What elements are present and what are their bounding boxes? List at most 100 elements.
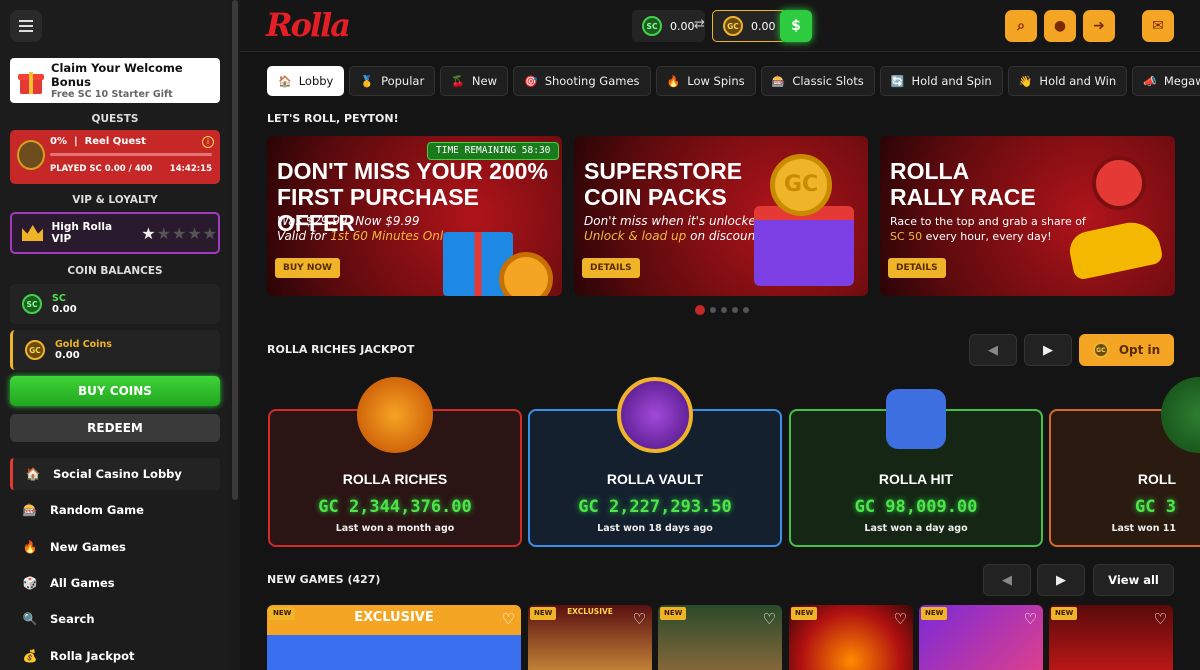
scrollbar-thumb[interactable] [232,0,238,500]
promo-banner-rally[interactable]: ROLLA RALLY RACE Race to the top and grab… [880,136,1175,296]
tab-lobby[interactable]: 🏠 Lobby [267,66,345,96]
buy-coins-button[interactable]: BUY COINS [10,376,220,406]
jackpot-card-vault[interactable]: ROLLA VAULT GC 2,227,293.50 Last won 18 … [528,377,782,547]
heart-icon[interactable]: ♡ [763,610,776,628]
jackpot-last-won: Last won a month ago [335,523,455,534]
details-button[interactable]: DETAILS [888,258,946,278]
swap-currency-icon[interactable]: ⇄ [694,17,705,32]
nav-label: Social Casino Lobby [53,467,182,481]
hand-icon: 👋 [1018,74,1033,88]
cash-icon[interactable]: $ [780,10,812,42]
new-games-prev-button[interactable]: ◀ [983,564,1031,596]
gc-balance-card: GC Gold Coins 0.00 [10,330,220,370]
user-icon: ● [1053,18,1067,34]
promo-banner-offer[interactable]: TIME REMAINING 58:30 DON'T MISS YOUR 200… [267,136,562,296]
promo-line: Valid for 1st 60 Minutes Only [277,229,451,243]
carousel-dot[interactable] [710,307,716,313]
vip-card[interactable]: High Rolla VIP ★★★★★ [10,212,220,254]
welcome-bonus-card[interactable]: Claim Your Welcome Bonus Free SC 10 Star… [10,58,220,103]
chat-button[interactable]: ✉ [1142,10,1174,42]
carousel-dot[interactable] [732,307,738,313]
new-badge: NEW [530,607,557,620]
heart-icon[interactable]: ♡ [502,610,515,628]
refresh-icon: 🔄 [890,74,905,88]
carousel-dot[interactable] [743,307,749,313]
gold-coin-icon: GC [770,154,832,216]
game-tile[interactable]: NEW ♡ [1049,605,1173,670]
jackpot-prev-button[interactable]: ◀ [969,334,1017,366]
info-icon[interactable]: i [202,136,214,148]
star-filled-icon: ★ [141,223,157,243]
jackpot-amount: GC 2,344,376.00 [318,497,472,517]
details-button[interactable]: DETAILS [582,258,640,278]
new-games-next-button[interactable]: ▶ [1037,564,1085,596]
new-badge: NEW [1051,607,1078,620]
search-icon: 🔍 [22,612,38,626]
tab-shooting-games[interactable]: 🎯 Shooting Games [512,66,651,96]
tab-label: Popular [381,74,425,88]
tab-megaways[interactable]: 📣 Megaways [1132,66,1200,96]
view-all-button[interactable]: View all [1093,564,1174,596]
heart-icon[interactable]: ♡ [1024,610,1037,628]
heart-icon[interactable]: ♡ [1154,610,1167,628]
logout-icon: ➜ [1093,18,1105,34]
jackpot-card-partial[interactable]: ROLL GC 3 Last won 11 [1049,377,1200,547]
tab-classic-slots[interactable]: 🎰 Classic Slots [760,66,875,96]
heart-icon[interactable]: ♡ [633,610,646,628]
quest-name: Reel Quest [84,136,146,147]
jackpot-card-riches[interactable]: ROLLA RICHES GC 2,344,376.00 Last won a … [268,377,522,547]
carousel-dot[interactable] [695,305,705,315]
promo-line: Don't miss when it's unlocked. [584,214,768,228]
redeem-button[interactable]: REDEEM [10,414,220,442]
nav-new-games[interactable]: 🔥 New Games [10,531,220,563]
promo-banner-superstore[interactable]: SUPERSTORE COIN PACKS Don't miss when it'… [574,136,868,296]
heart-icon[interactable]: ♡ [894,610,907,628]
quest-card[interactable]: 0% | Reel Quest PLAYED SC 0.00 / 400 14:… [10,130,220,184]
tab-popular[interactable]: 🥇 Popular [349,66,436,96]
medal-icon: 🥇 [360,74,375,88]
carousel-dots [695,305,749,315]
nav-search[interactable]: 🔍 Search [10,603,220,635]
alarm-clock-icon [499,252,553,296]
carousel-dot[interactable] [721,307,727,313]
game-tile[interactable]: NEW EXCLUSIVE ♡ [267,605,521,670]
chevron-left-icon: ◀ [988,342,998,358]
jackpot-name: ROLLA VAULT [606,471,704,487]
main-content: 🏠 Lobby 🥇 Popular 🍒 New 🎯 Shooting Games 🔥 Lo… [240,52,1200,670]
cherry-icon: 🍒 [451,74,465,88]
sidebar-scrollbar[interactable] [230,0,240,670]
game-tile[interactable]: NEW ♡ [789,605,913,670]
rolla-logo[interactable]: Rolla [266,6,351,44]
tab-new[interactable]: 🍒 New [440,66,508,96]
quest-title: 0% | Reel Quest [50,136,146,147]
jackpot-card-hit[interactable]: ROLLA HIT GC 98,009.00 Last won a day ag… [789,389,1043,547]
gc-value: 0.00 [55,350,80,361]
treasure-pot-icon [357,377,433,453]
welcome-title: Claim Your Welcome Bonus [51,61,183,89]
tab-hold-and-spin[interactable]: 🔄 Hold and Spin [879,66,1003,96]
quest-progress-bar [50,153,212,156]
nav-social-casino-lobby[interactable]: 🏠 Social Casino Lobby [10,458,220,490]
jackpot-next-button[interactable]: ▶ [1024,334,1072,366]
new-badge: NEW [791,607,818,620]
balances-heading: COIN BALANCES [67,265,163,277]
opt-in-button[interactable]: GC Opt in [1079,334,1174,366]
tab-hold-and-win[interactable]: 👋 Hold and Win [1007,66,1128,96]
jackpot-last-won: Last won a day ago [864,523,968,534]
game-tile[interactable]: EXCLUSIVE NEW ♡ [528,605,652,670]
game-tile[interactable]: NEW ♡ [919,605,1043,670]
tab-low-spins[interactable]: 🔥 Low Spins [655,66,756,96]
logout-button[interactable]: ➜ [1083,10,1115,42]
promo-line: Race to the top and grab a share of [890,215,1086,228]
nav-all-games[interactable]: 🎲 All Games [10,567,220,599]
search-button[interactable]: ⌕ [1005,10,1037,42]
nav-random-game[interactable]: 🎰 Random Game [10,494,220,526]
buy-now-button[interactable]: BUY NOW [275,258,340,278]
header-gc-balance[interactable]: GC 0.00 [712,10,787,42]
menu-toggle-button[interactable] [10,10,42,42]
profile-button[interactable]: ● [1044,10,1076,42]
nav-rolla-jackpot[interactable]: 💰 Rolla Jackpot [10,640,220,670]
chevron-left-icon: ◀ [1002,572,1012,588]
promo-line: Was $29.99, Now $9.99 [277,214,420,228]
game-tile[interactable]: NEW ♡ [658,605,782,670]
